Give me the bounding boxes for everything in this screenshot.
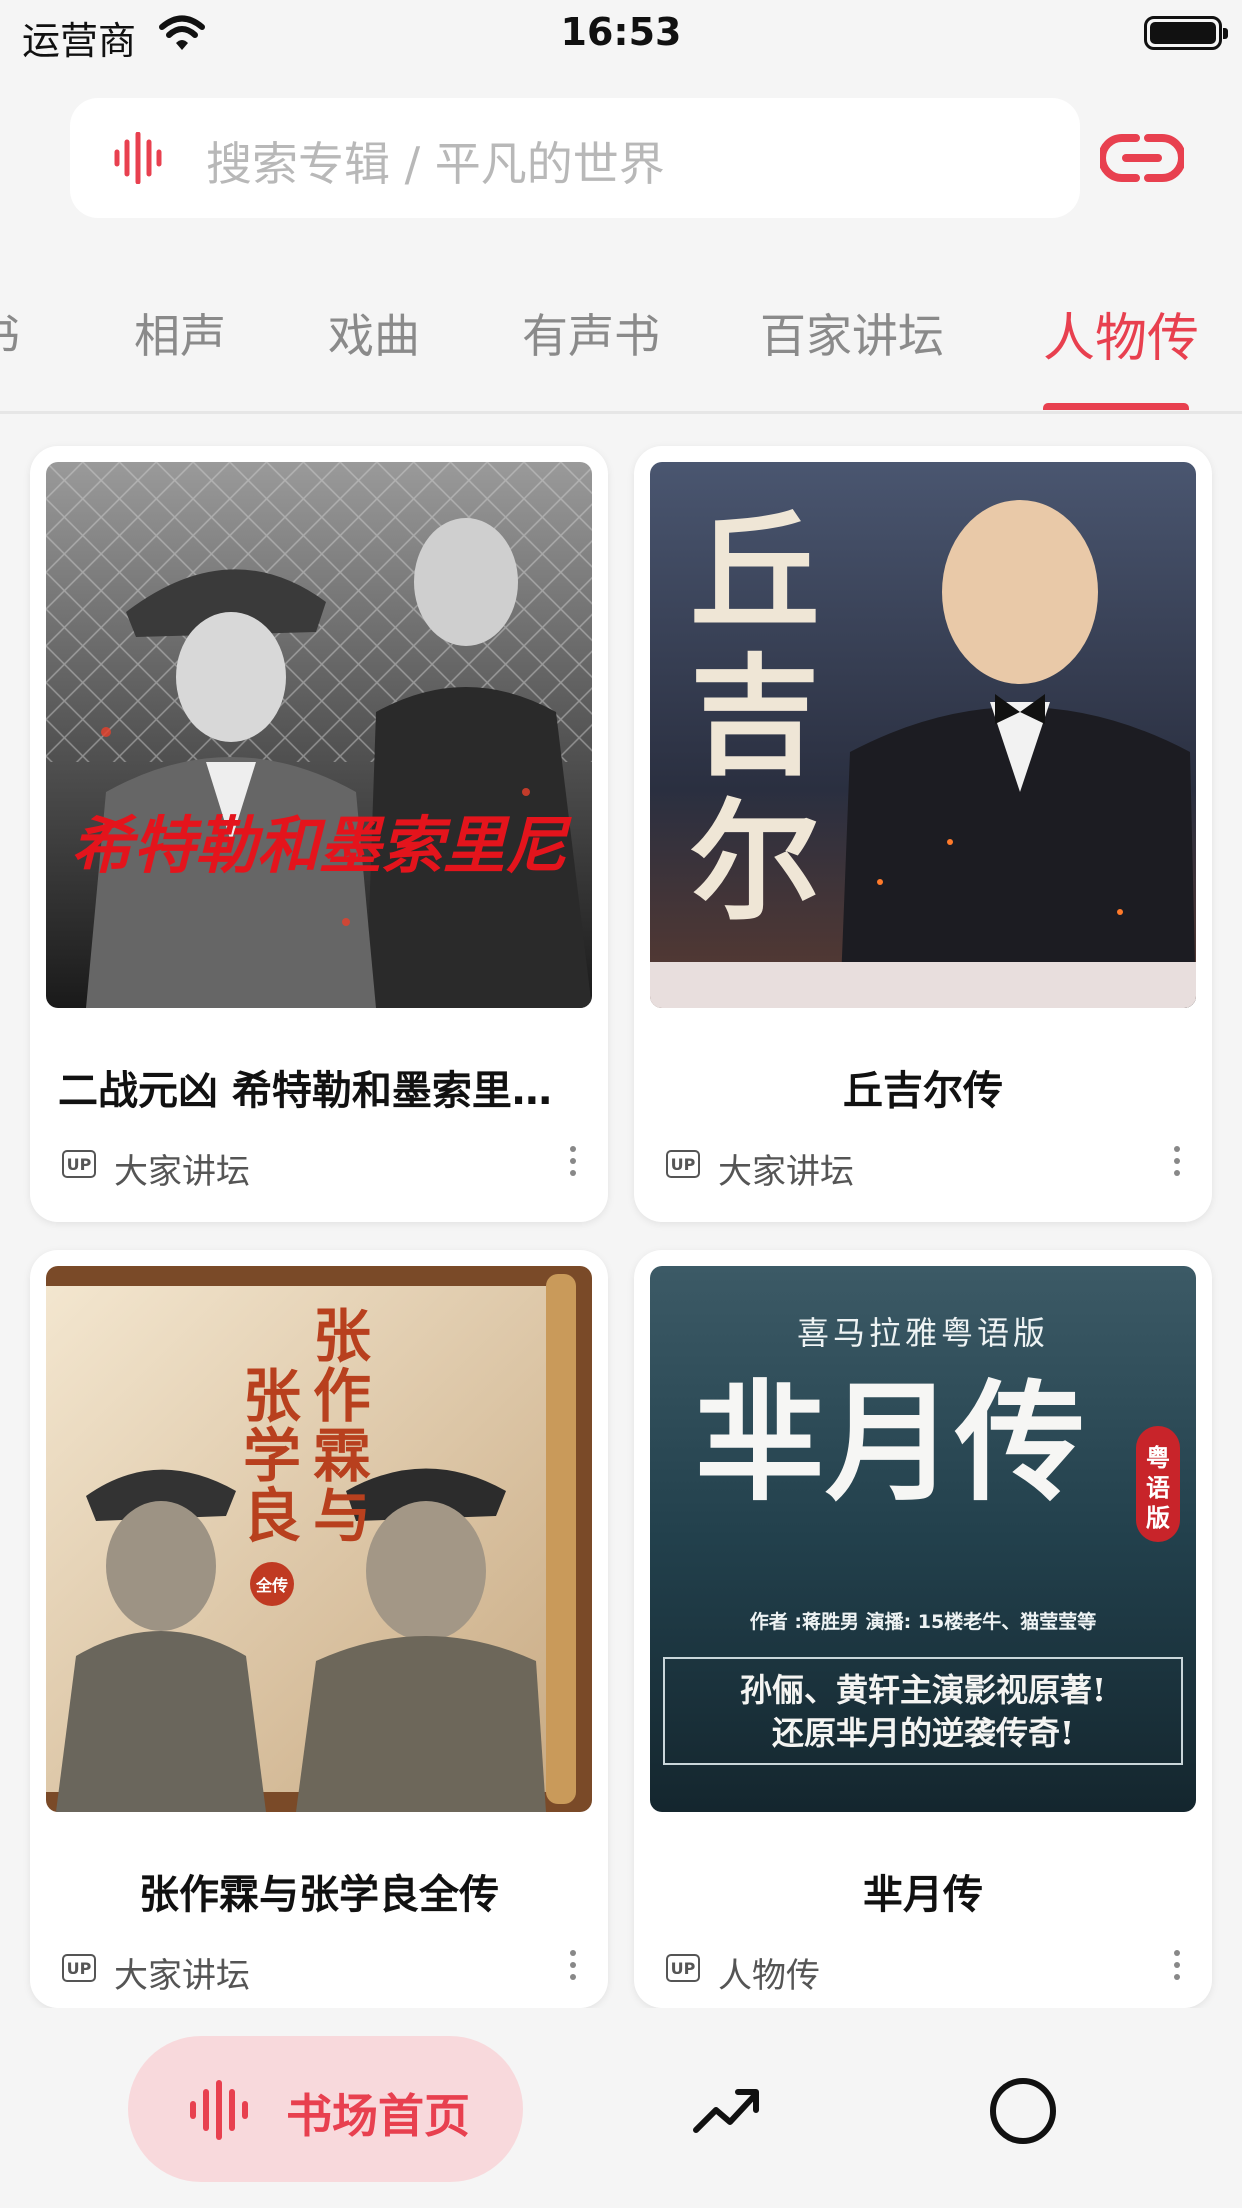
cover-3-char: 张: [243, 1362, 301, 1430]
cover-4-line1: 孙俪、黄轩主演影视原著!: [740, 1671, 1106, 1709]
cover-2-char-1: 丘: [690, 495, 820, 648]
voice-wave-icon: [188, 2080, 250, 2144]
album-card[interactable]: 喜马拉雅粤语版 芈月传 粤语版 作者 :蒋胜男 演播: 15楼老牛、猫莹莹等 孙…: [634, 1250, 1212, 2008]
search-input[interactable]: 搜索专辑 / 平凡的世界: [70, 98, 1080, 218]
cover-1-title: 希特勒和墨索里尼: [71, 809, 572, 882]
cover-4-credits: 作者 :蒋胜男 演播: 15楼老牛、猫莹莹等: [750, 1610, 1096, 1633]
album-source: 大家讲坛: [114, 1956, 250, 1996]
album-source: 大家讲坛: [114, 1152, 250, 1192]
more-options-icon[interactable]: [1172, 1950, 1182, 1986]
tab-baijiajiangtan[interactable]: 百家讲坛: [760, 300, 944, 366]
nav-home-label: 书场首页: [286, 2089, 470, 2143]
cover-3-stamp: 全传: [255, 1576, 288, 1595]
cover-3-char: 张: [313, 1302, 371, 1370]
profile-circle-icon[interactable]: [990, 2078, 1056, 2144]
cover-4-line2: 还原芈月的逆袭传奇!: [772, 1714, 1074, 1752]
cover-2-char-2: 吉: [690, 640, 820, 793]
album-title: 丘吉尔传: [843, 1068, 1003, 1114]
up-badge-icon: UP: [62, 1150, 96, 1178]
tab-renwuzhuan[interactable]: 人物传: [1043, 296, 1199, 371]
album-cover-zhang-zuolin[interactable]: 张 作 霖 与 张 学 良 全传: [46, 1266, 592, 1812]
album-title: 张作霖与张学良全传: [139, 1872, 499, 1918]
clock: 16:53: [560, 10, 682, 54]
more-options-icon[interactable]: [568, 1146, 578, 1182]
more-options-icon[interactable]: [1172, 1146, 1182, 1182]
search-placeholder: 搜索专辑 / 平凡的世界: [206, 137, 665, 191]
more-options-icon[interactable]: [568, 1950, 578, 1986]
tab-shu[interactable]: 书: [0, 300, 20, 366]
voice-wave-icon[interactable]: [112, 131, 164, 188]
album-cover-hitler-mussolini[interactable]: 希特勒和墨索里尼: [46, 462, 592, 1008]
cover-3-char: 与: [313, 1482, 371, 1550]
album-cover-miyue[interactable]: 喜马拉雅粤语版 芈月传 粤语版 作者 :蒋胜男 演播: 15楼老牛、猫莹莹等 孙…: [650, 1266, 1196, 1812]
nav-home-button[interactable]: 书场首页: [128, 2036, 523, 2182]
tab-xiqu[interactable]: 戏曲: [328, 300, 420, 366]
cover-3-char: 良: [243, 1482, 301, 1550]
trending-icon[interactable]: [692, 2086, 762, 2140]
cover-3-char: 作: [313, 1362, 371, 1430]
status-bar: 运营商 16:53: [0, 0, 1242, 68]
album-card[interactable]: 张 作 霖 与 张 学 良 全传 张作霖与张学良全传 UP 大家讲坛: [30, 1250, 608, 2008]
album-card[interactable]: 希特勒和墨索里尼 二战元凶 希特勒和墨索里… UP 大家讲坛: [30, 446, 608, 1222]
album-source: 大家讲坛: [718, 1152, 854, 1192]
bottom-nav: 书场首页: [0, 2008, 1242, 2208]
category-tabs: 书 相声 戏曲 有声书 百家讲坛 人物传: [0, 290, 1242, 410]
cover-3-char: 学: [243, 1422, 301, 1490]
cover-4-title: 芈月传: [695, 1366, 1085, 1519]
tabs-divider: [0, 411, 1242, 414]
up-badge-icon: UP: [666, 1150, 700, 1178]
up-badge-icon: UP: [62, 1954, 96, 1982]
cover-4-banner: 喜马拉雅粤语版: [797, 1314, 1049, 1352]
up-badge-icon: UP: [666, 1954, 700, 1982]
link-icon[interactable]: [1098, 130, 1186, 190]
battery-icon: [1144, 16, 1228, 50]
album-source: 人物传: [718, 1956, 820, 1996]
cover-2-char-3: 尔: [690, 785, 820, 938]
album-cover-churchill[interactable]: 丘 吉 尔: [650, 462, 1196, 1008]
cover-4-stamp: 粤语版: [1146, 1444, 1170, 1532]
cover-3-char: 霖: [313, 1422, 371, 1490]
tab-active-indicator: [1043, 403, 1189, 410]
album-title: 芈月传: [863, 1872, 983, 1918]
tab-xiangsheng[interactable]: 相声: [134, 300, 226, 366]
tab-youshengshu[interactable]: 有声书: [522, 300, 660, 366]
album-card[interactable]: 丘 吉 尔 丘吉尔传 UP 大家讲坛: [634, 446, 1212, 1222]
album-title: 二战元凶 希特勒和墨索里…: [58, 1068, 552, 1114]
